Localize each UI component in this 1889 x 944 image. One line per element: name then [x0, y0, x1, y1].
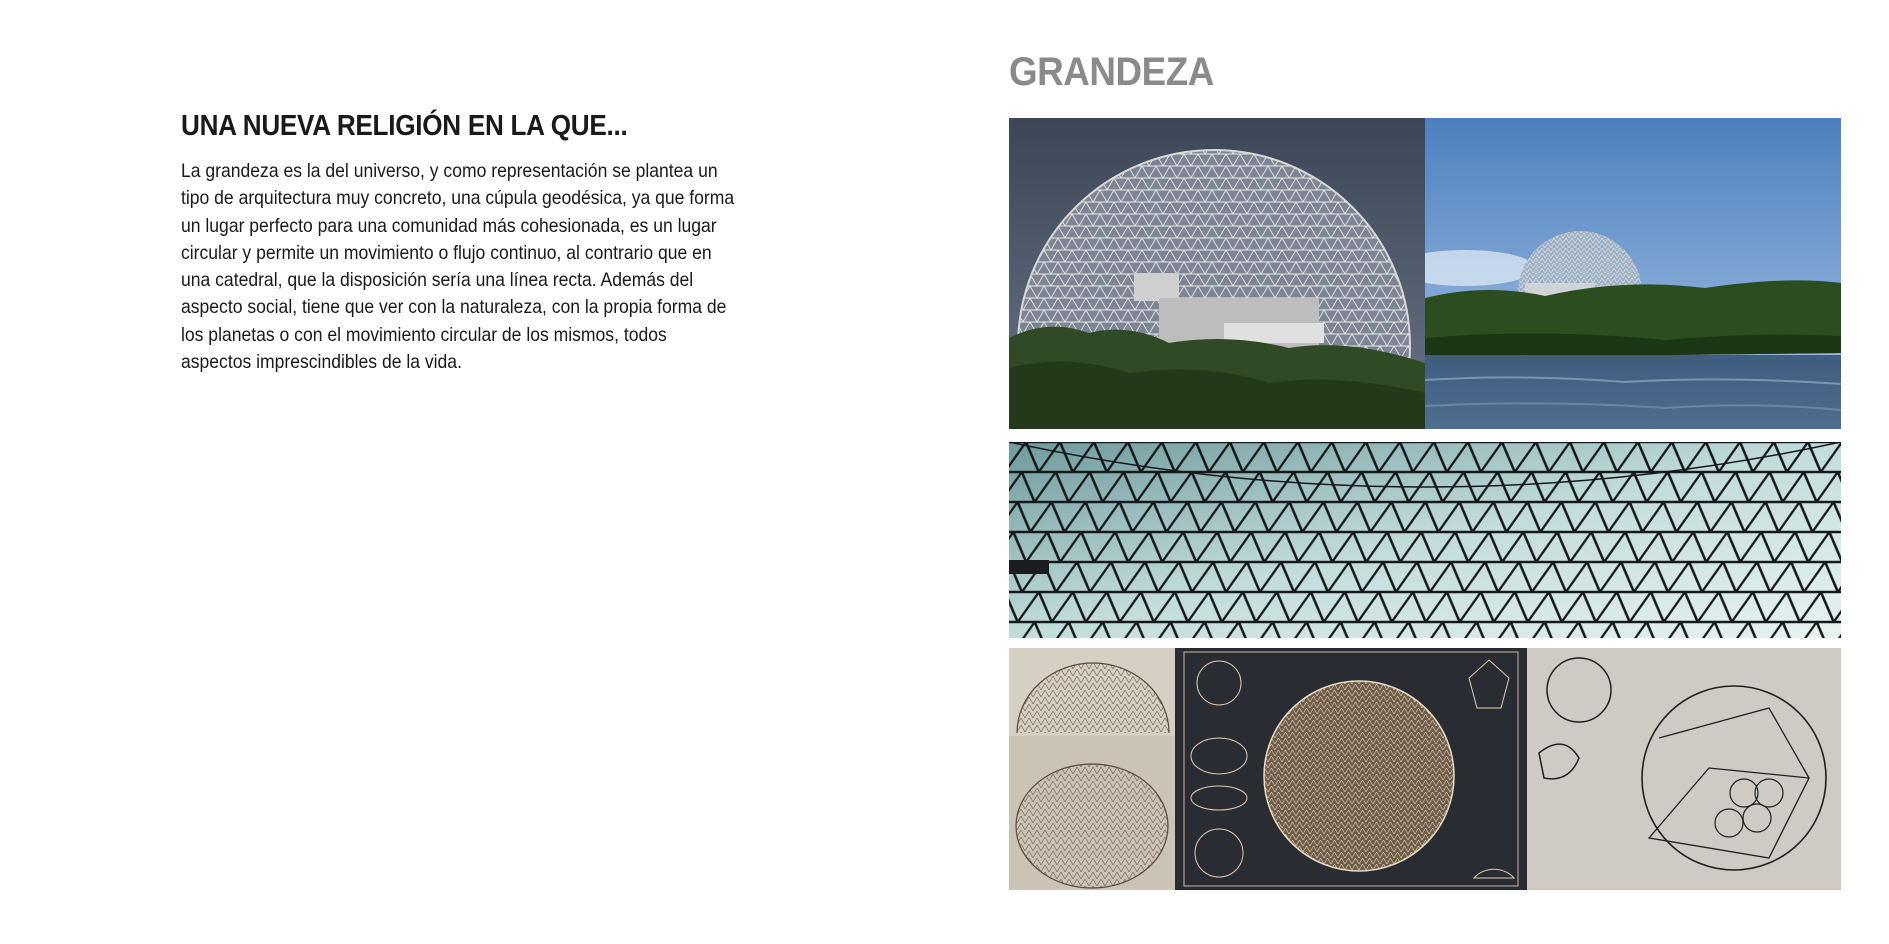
geodesic-drawings-photo: [1009, 648, 1841, 890]
section-title: GRANDEZA: [1009, 50, 1214, 94]
dome-river-photo: [1425, 118, 1841, 429]
dome-interior-photo: [1009, 442, 1841, 638]
geodesic-dome-photo: [1009, 118, 1425, 429]
page-heading: UNA NUEVA RELIGIÓN EN LA QUE...: [181, 110, 628, 142]
body-paragraph: La grandeza es la del universo, y como r…: [181, 160, 735, 374]
